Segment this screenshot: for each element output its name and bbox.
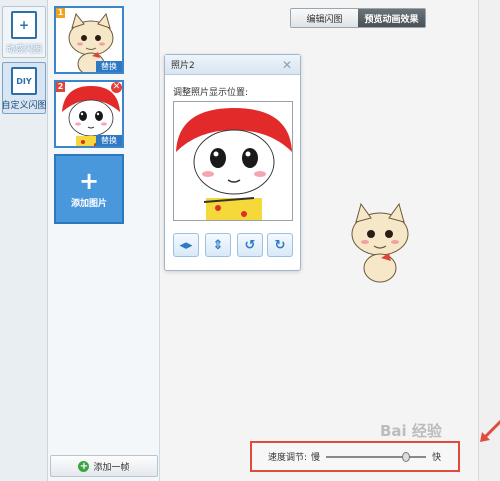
cat-sticker-image	[351, 202, 409, 283]
red-arrow-icon	[480, 419, 500, 442]
speed-fast-label: 快	[432, 453, 442, 463]
speed-slider[interactable]	[326, 451, 427, 462]
frames-panel: 1 替换 2 ✕ 替换 + 添加图片	[48, 0, 160, 481]
slider-handle[interactable]	[401, 451, 410, 462]
left-rail: + 动感闪图 DIY 自定义闪图	[0, 0, 48, 481]
add-frame-label: 添加一帧	[93, 462, 130, 473]
add-image-button[interactable]: + 添加图片	[54, 154, 124, 224]
close-icon[interactable]: ✕	[280, 58, 294, 72]
speed-slow-label: 慢	[311, 453, 321, 463]
delete-frame-icon[interactable]: ✕	[111, 82, 122, 93]
rotate-left-icon[interactable]: ↺	[237, 233, 263, 257]
girl-sticker-image	[176, 108, 292, 220]
tab-preview[interactable]: 预览动画效果	[358, 9, 425, 27]
replace-button[interactable]: 替换	[96, 61, 122, 72]
flip-horizontal-icon[interactable]: ◂▸	[173, 233, 199, 257]
animated-frame-icon: +	[11, 11, 37, 39]
add-icon: +	[78, 460, 90, 472]
slider-track	[326, 455, 427, 458]
diy-icon: DIY	[11, 67, 37, 95]
replace-button[interactable]: 替换	[96, 135, 122, 146]
frame-thumb-2[interactable]: 2 ✕ 替换	[54, 80, 124, 148]
watermark: Bai 经验	[380, 422, 442, 440]
preview-image	[337, 200, 423, 284]
speed-control: 速度调节: 慢 快	[250, 441, 460, 472]
sidebar-item-custom[interactable]: DIY 自定义闪图	[1, 62, 47, 114]
crop-area[interactable]	[173, 101, 293, 221]
photo-adjust-panel: 照片2 ✕ 调整照片显示位置: ◂▸ ⇕ ↺ ↻	[164, 54, 301, 271]
sidebar-item-label: 动感闪图	[5, 45, 42, 55]
frame-thumb-1[interactable]: 1 替换	[54, 6, 124, 74]
scrollbar[interactable]	[478, 0, 500, 481]
panel-hint: 调整照片显示位置:	[173, 88, 249, 98]
sidebar-item-animated[interactable]: + 动感闪图	[2, 6, 46, 58]
frame-number: 1	[56, 8, 65, 18]
plus-icon: +	[78, 166, 100, 195]
view-tabs: 编辑闪图 预览动画效果	[290, 8, 426, 28]
panel-title: 照片2	[171, 61, 195, 71]
add-frame-button[interactable]: + 添加一帧	[50, 455, 158, 477]
frame-number: 2	[56, 82, 65, 92]
rotate-right-icon[interactable]: ↻	[267, 233, 293, 257]
sidebar-item-label: 自定义闪图	[1, 101, 47, 111]
tab-edit[interactable]: 编辑闪图	[291, 9, 358, 27]
speed-label: 速度调节:	[268, 453, 308, 463]
add-image-label: 添加图片	[70, 198, 107, 209]
flip-vertical-icon[interactable]: ⇕	[205, 233, 231, 257]
